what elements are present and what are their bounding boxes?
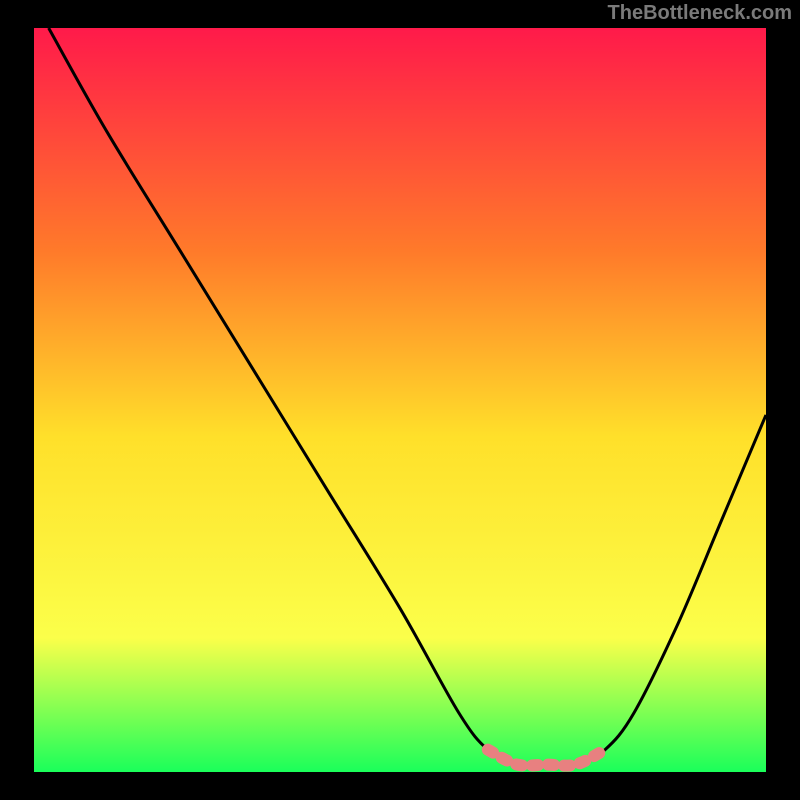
bottleneck-chart xyxy=(0,0,800,800)
plot-background xyxy=(34,28,766,772)
chart-container: TheBottleneck.com xyxy=(0,0,800,800)
watermark-text: TheBottleneck.com xyxy=(608,2,792,25)
